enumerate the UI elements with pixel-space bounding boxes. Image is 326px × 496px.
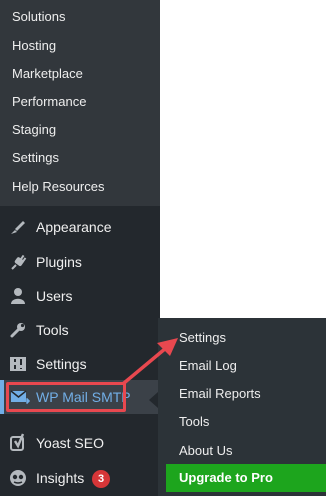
plug-icon [8, 253, 28, 271]
submenu-pointer [149, 392, 158, 408]
upgrade-to-pro-label: Upgrade to Pro [179, 470, 273, 485]
insights-icon [8, 469, 28, 487]
submenu-item-help-resources[interactable]: Help Resources [12, 179, 105, 195]
submenu-item-performance[interactable]: Performance [12, 94, 86, 110]
menu-item-yoast-seo[interactable]: Yoast SEO [0, 426, 160, 460]
submenu-item-hosting[interactable]: Hosting [12, 38, 56, 54]
sliders-icon [8, 355, 28, 373]
submenu-item-marketplace[interactable]: Marketplace [12, 66, 83, 82]
menu-label-plugins: Plugins [36, 254, 82, 270]
menu-label-appearance: Appearance [36, 219, 112, 235]
menu-label-users: Users [36, 288, 73, 304]
active-indicator [0, 380, 4, 414]
flyout-item-tools[interactable]: Tools [179, 414, 209, 430]
menu-item-plugins[interactable]: Plugins [0, 245, 160, 279]
menu-item-insights[interactable]: Insights 3 [0, 461, 160, 495]
admin-sidebar: Solutions Hosting Marketplace Performanc… [0, 0, 160, 496]
menu-label-settings: Settings [36, 356, 87, 372]
menu-label-insights: Insights [36, 470, 85, 486]
submenu-item-staging[interactable]: Staging [12, 122, 56, 138]
menu-item-users[interactable]: Users [0, 279, 160, 313]
flyout-item-email-log[interactable]: Email Log [179, 358, 237, 374]
highlight-annotation-box [6, 382, 126, 412]
flyout-item-settings[interactable]: Settings [179, 330, 226, 346]
upgrade-to-pro-button[interactable]: Upgrade to Pro [166, 464, 326, 492]
paintbrush-icon [8, 218, 28, 236]
menu-label-yoast-seo: Yoast SEO [36, 435, 104, 451]
menu-item-tools[interactable]: Tools [0, 313, 160, 347]
yoast-icon [8, 433, 28, 452]
menu-item-settings[interactable]: Settings [0, 347, 160, 381]
wrench-icon [8, 321, 28, 339]
notification-badge: 3 [92, 470, 110, 488]
submenu-item-settings[interactable]: Settings [12, 150, 59, 166]
user-icon [8, 287, 28, 305]
flyout-item-email-reports[interactable]: Email Reports [179, 386, 261, 402]
menu-item-appearance[interactable]: Appearance [0, 210, 160, 244]
submenu-item-solutions[interactable]: Solutions [12, 9, 65, 25]
hosting-submenu: Solutions Hosting Marketplace Performanc… [0, 0, 160, 206]
flyout-item-about-us[interactable]: About Us [179, 443, 232, 459]
menu-label-tools: Tools [36, 322, 69, 338]
